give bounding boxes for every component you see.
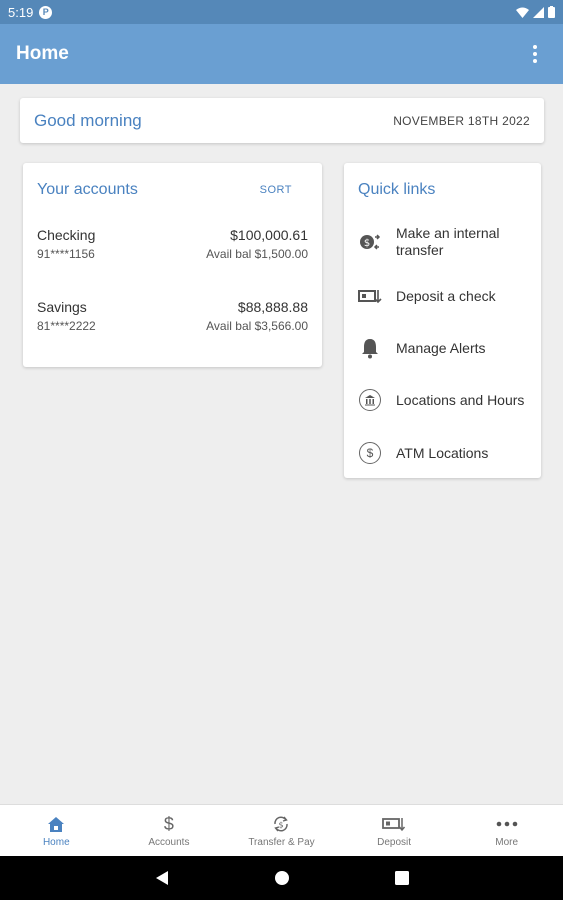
sort-button[interactable]: SORT [260,184,292,196]
account-number: 81****2222 [37,319,96,333]
account-number: 91****1156 [37,247,95,261]
quick-links-card: Quick links $ Make an internal transfer … [344,163,541,478]
quick-link-label: Deposit a check [396,287,496,304]
status-bar: 5:19 P [0,0,563,24]
accounts-card: Your accounts SORT Checking 91****1156 $… [23,163,322,367]
system-navigation-bar [0,856,563,900]
tab-accounts[interactable]: $ Accounts [113,805,226,856]
back-button[interactable] [102,870,222,886]
notification-icon: P [39,5,53,19]
tab-label: More [495,837,519,848]
recents-button[interactable] [342,871,462,885]
account-balance: $88,888.88 [237,299,308,315]
transfer-pay-icon: $ [271,813,291,835]
page-title: Home [16,43,69,64]
account-row-savings[interactable]: Savings 81****2222 $88,888.88 Avail bal … [23,299,322,333]
quick-link-internal-transfer[interactable]: $ Make an internal transfer [358,225,541,259]
quick-link-deposit-check[interactable]: Deposit a check [358,284,541,308]
home-button[interactable] [222,870,342,886]
status-icons [516,6,555,18]
quick-link-manage-alerts[interactable]: Manage Alerts [358,336,541,360]
quick-link-locations-hours[interactable]: Locations and Hours [358,388,541,412]
tab-home[interactable]: Home [0,805,113,856]
overflow-menu-icon[interactable] [523,42,547,66]
accounts-title: Your accounts [37,181,138,198]
svg-text:$: $ [364,238,370,249]
tab-label: Home [42,837,70,848]
signal-icon [533,6,544,18]
quick-links-title: Quick links [358,181,436,198]
home-icon [47,813,65,835]
check-icon [358,284,382,308]
tab-label: Accounts [148,837,190,848]
wifi-icon [516,7,529,18]
app-bar: Home [0,24,563,84]
transfer-icon: $ [358,230,382,254]
quick-link-label: Manage Alerts [396,339,486,356]
tab-deposit[interactable]: Deposit [338,805,451,856]
tab-more[interactable]: More [450,805,563,856]
account-available-balance: Avail bal $3,566.00 [206,319,308,333]
accounts-header: Your accounts SORT [23,163,322,199]
battery-icon [548,6,555,18]
tab-label: Transfer & Pay [248,837,315,848]
quick-link-label: ATM Locations [396,444,489,461]
dollar-icon: $ [163,813,174,834]
tab-label: Deposit [377,837,412,848]
account-balance: $100,000.61 [230,227,308,243]
deposit-icon [382,813,406,835]
home-circle-icon [274,871,289,885]
more-icon [496,813,518,835]
recents-icon [394,871,409,885]
svg-text:$: $ [279,821,284,830]
greeting-card: Good morning NOVEMBER 18TH 2022 [20,98,544,143]
quick-link-label: Locations and Hours [396,391,525,408]
quick-link-label: Make an internal transfer [396,225,500,258]
back-icon [155,871,168,885]
account-name: Savings [37,299,87,315]
quick-link-atm-locations[interactable]: $ ATM Locations [358,441,541,465]
status-time: 5:19 [8,4,34,20]
account-available-balance: Avail bal $1,500.00 [206,247,308,261]
tab-transfer-pay[interactable]: $ Transfer & Pay [225,805,338,856]
bottom-navigation: Home $ Accounts $ Transfer & Pay Deposit… [0,804,563,856]
bank-icon [358,388,382,412]
greeting-date: NOVEMBER 18TH 2022 [393,113,530,128]
dollar-circle-icon: $ [358,441,382,465]
bell-icon [358,336,382,360]
account-row-checking[interactable]: Checking 91****1156 $100,000.61 Avail ba… [23,227,322,261]
account-name: Checking [37,227,96,243]
greeting-text: Good morning [34,110,142,130]
